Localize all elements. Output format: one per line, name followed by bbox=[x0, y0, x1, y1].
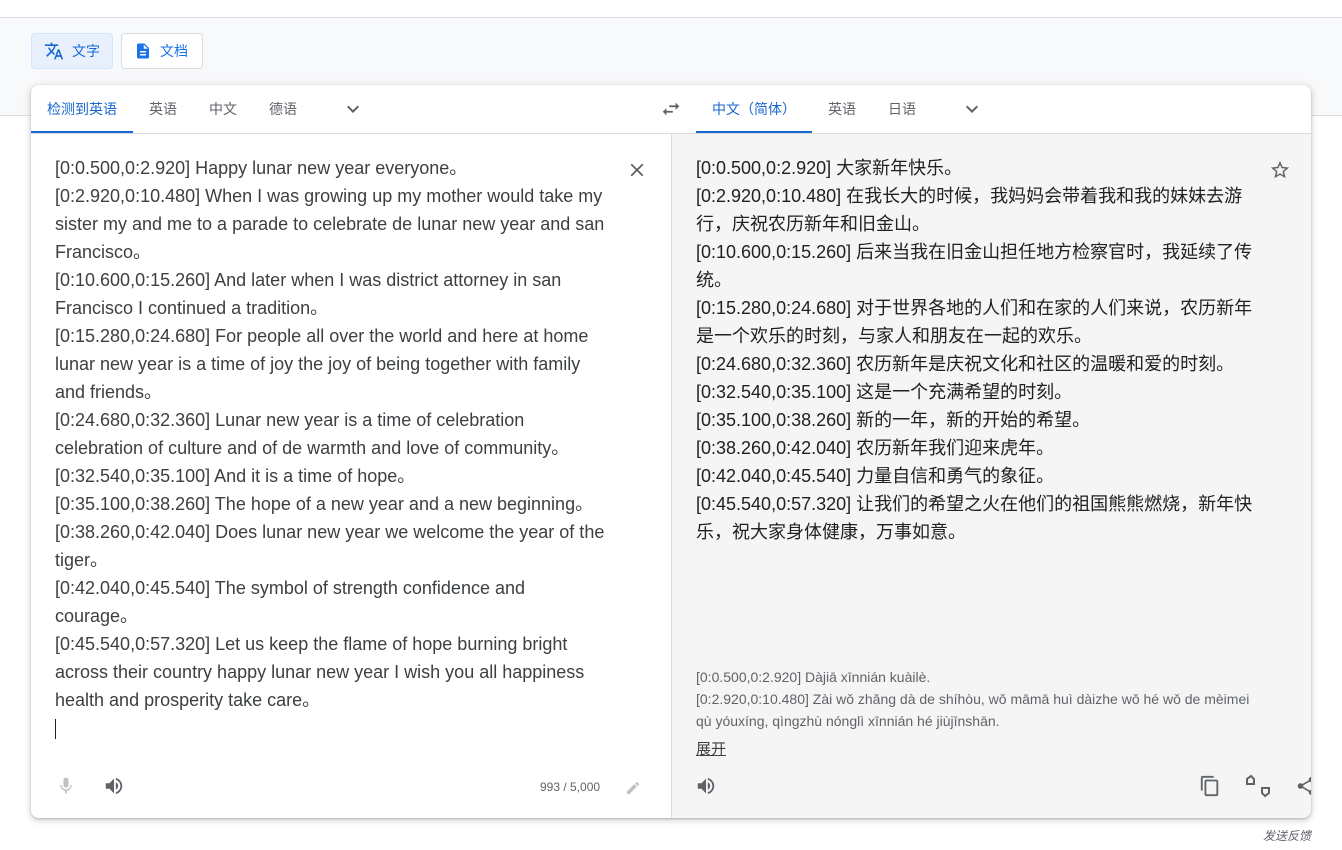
source-textarea[interactable]: [0:0.500,0:2.920] Happy lunar new year e… bbox=[55, 154, 615, 742]
source-line: [0:32.540,0:35.100] And it is a time of … bbox=[55, 466, 416, 486]
target-line: [0:45.540,0:57.320] 让我们的希望之火在他们的祖国熊熊燃烧，新… bbox=[696, 494, 1253, 514]
target-line: 行，庆祝农历新年和旧金山。 bbox=[696, 214, 930, 234]
rate-icon bbox=[1246, 774, 1270, 798]
target-line: [0:38.260,0:42.040] 农历新年我们迎来虎年。 bbox=[696, 438, 1055, 458]
target-line: [0:32.540,0:35.100] 这是一个充满希望的时刻。 bbox=[696, 382, 1073, 402]
target-panel: [0:0.500,0:2.920] 大家新年快乐。 [0:2.920,0:10.… bbox=[671, 134, 1311, 818]
target-line: [0:0.500,0:2.920] 大家新年快乐。 bbox=[696, 158, 963, 178]
text-mode-label: 文字 bbox=[72, 43, 100, 59]
tab-target-japanese[interactable]: 日语 bbox=[872, 85, 932, 133]
speaker-icon bbox=[105, 777, 123, 795]
target-line: [0:15.280,0:24.680] 对于世界各地的人们和在家的人们来说，农历… bbox=[696, 298, 1253, 318]
tab-target-english[interactable]: 英语 bbox=[812, 85, 872, 133]
source-line: sister my and me to a parade to celebrat… bbox=[55, 214, 605, 234]
source-language-bar: 检测到英语 英语 中文 德语 bbox=[31, 85, 651, 133]
romanization: [0:0.500,0:2.920] Dàjiā xīnnián kuàilè. … bbox=[696, 666, 1286, 732]
mic-icon bbox=[60, 777, 72, 794]
listen-translation-button[interactable] bbox=[690, 770, 722, 802]
character-count: 993 / 5,000 bbox=[540, 780, 601, 794]
source-line: [0:2.920,0:10.480] When I was growing up… bbox=[55, 186, 603, 206]
source-line: lunar new year is a time of joy the joy … bbox=[55, 354, 581, 374]
tab-target-chinese-simplified[interactable]: 中文（简体） bbox=[696, 85, 812, 133]
source-line: [0:0.500,0:2.920] Happy lunar new year e… bbox=[55, 158, 468, 178]
target-line: 统。 bbox=[696, 270, 732, 290]
target-line: 是一个欢乐的时刻，与家人和朋友在一起的欢乐。 bbox=[696, 326, 1092, 346]
tab-source-chinese[interactable]: 中文 bbox=[193, 85, 253, 133]
expand-link[interactable]: 展开 bbox=[696, 738, 726, 759]
swap-icon bbox=[662, 102, 680, 116]
source-line: Francisco。 bbox=[55, 242, 152, 262]
target-line: [0:35.100,0:38.260] 新的一年，新的开始的希望。 bbox=[696, 410, 1091, 430]
target-language-bar: 中文（简体） 英语 日语 bbox=[696, 85, 1311, 133]
swap-languages-button[interactable] bbox=[655, 97, 687, 121]
translation-card: 检测到英语 英语 中文 德语 中文（简体） 英语 日语 [0:0.500,0:2… bbox=[31, 85, 1311, 818]
text-mode-button[interactable]: 文字 bbox=[31, 33, 113, 69]
source-line: [0:38.260,0:42.040] Does lunar new year … bbox=[55, 522, 605, 542]
source-line: celebration of culture and of de warmth … bbox=[55, 438, 570, 458]
source-line: health and prosperity take care。 bbox=[55, 690, 321, 710]
pencil-icon bbox=[627, 781, 640, 794]
target-line: [0:2.920,0:10.480] 在我长大的时候，我妈妈会带着我和我的妹妹去… bbox=[696, 186, 1243, 206]
rate-translation-button[interactable] bbox=[1242, 770, 1274, 802]
share-translation-button[interactable] bbox=[1290, 770, 1311, 802]
chevron-down-icon bbox=[966, 105, 978, 113]
source-line: [0:15.280,0:24.680] For people all over … bbox=[55, 326, 589, 346]
target-line: 乐，祝大家身体健康，万事如意。 bbox=[696, 522, 966, 542]
copy-translation-button[interactable] bbox=[1194, 770, 1226, 802]
text-cursor-line bbox=[55, 714, 615, 742]
text-caret bbox=[55, 719, 56, 740]
share-icon bbox=[1297, 776, 1311, 796]
tab-detected-language[interactable]: 检测到英语 bbox=[31, 85, 133, 133]
top-bar bbox=[0, 0, 1342, 18]
copy-icon bbox=[1200, 775, 1219, 797]
source-line: tiger。 bbox=[55, 550, 109, 570]
pinyin-line: [0:0.500,0:2.920] Dàjiā xīnnián kuàilè. bbox=[696, 669, 931, 685]
target-line: [0:42.040,0:45.540] 力量自信和勇气的象征。 bbox=[696, 466, 1055, 486]
source-panel: [0:0.500,0:2.920] Happy lunar new year e… bbox=[31, 134, 671, 818]
source-line: Francisco I continued a tradition。 bbox=[55, 298, 329, 318]
clear-text-button[interactable] bbox=[623, 156, 651, 184]
pinyin-line: [0:2.920,0:10.480] Zài wǒ zhǎng dà de sh… bbox=[696, 691, 1250, 707]
edit-button[interactable] bbox=[617, 772, 649, 804]
document-icon bbox=[137, 43, 149, 59]
source-line: [0:45.540,0:57.320] Let us keep the flam… bbox=[55, 634, 568, 654]
target-line: [0:24.680,0:32.360] 农历新年是庆祝文化和社区的温暖和爱的时刻… bbox=[696, 354, 1235, 374]
tab-source-english[interactable]: 英语 bbox=[133, 85, 193, 133]
source-line: and friends。 bbox=[55, 382, 163, 402]
save-translation-button[interactable] bbox=[1266, 156, 1294, 184]
listen-source-button[interactable] bbox=[98, 770, 130, 802]
target-line: [0:10.600,0:15.260] 后来当我在旧金山担任地方检察官时，我延续… bbox=[696, 242, 1253, 262]
document-mode-button[interactable]: 文档 bbox=[121, 33, 203, 69]
close-icon bbox=[630, 163, 644, 177]
chevron-down-icon bbox=[347, 105, 359, 113]
document-mode-label: 文档 bbox=[160, 43, 188, 59]
source-line: across their country happy lunar new yea… bbox=[55, 662, 585, 682]
translation-output: [0:0.500,0:2.920] 大家新年快乐。 [0:2.920,0:10.… bbox=[696, 154, 1256, 546]
translate-icon bbox=[44, 42, 64, 60]
speaker-icon bbox=[697, 777, 715, 795]
target-language-dropdown[interactable] bbox=[952, 85, 992, 133]
source-language-dropdown[interactable] bbox=[333, 85, 373, 133]
voice-input-button[interactable] bbox=[50, 770, 82, 802]
send-feedback-link[interactable]: 发送反馈 bbox=[1263, 827, 1311, 844]
tab-source-german[interactable]: 德语 bbox=[253, 85, 313, 133]
source-line: [0:24.680,0:32.360] Lunar new year is a … bbox=[55, 410, 525, 430]
source-line: [0:42.040,0:45.540] The symbol of streng… bbox=[55, 578, 525, 598]
source-line: courage。 bbox=[55, 606, 139, 626]
source-line: [0:10.600,0:15.260] And later when I was… bbox=[55, 270, 562, 290]
star-icon bbox=[1270, 160, 1290, 179]
source-line: [0:35.100,0:38.260] The hope of a new ye… bbox=[55, 494, 594, 514]
pinyin-line: qù yóuxíng, qìngzhù nónglì xīnnián hé ji… bbox=[696, 713, 1000, 729]
